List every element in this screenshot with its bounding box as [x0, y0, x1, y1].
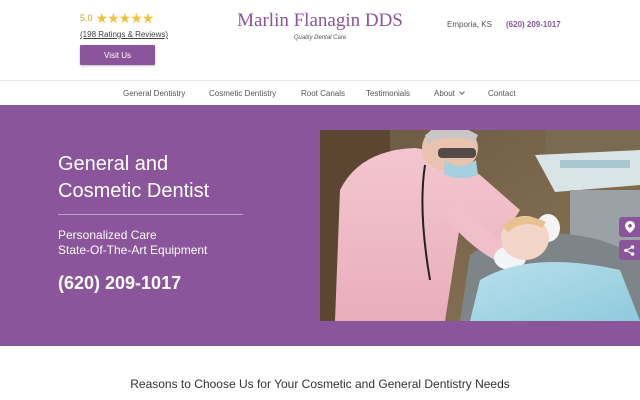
nav-item-general-dentistry[interactable]: General Dentistry: [123, 89, 185, 98]
hero-phone-link[interactable]: (620) 209-1017: [58, 273, 181, 294]
brand-name: Marlin Flanagin DDS: [237, 10, 403, 31]
dentist-photo: [320, 130, 640, 321]
map-pin-icon: [624, 221, 635, 233]
nav-item-contact[interactable]: Contact: [488, 89, 516, 98]
chevron-down-icon: [459, 89, 465, 95]
hero-feature-2: State-Of-The-Art Equipment: [58, 243, 208, 257]
dentist-treating-child-image: [320, 130, 640, 321]
reviews-link[interactable]: (198 Ratings & Reviews): [80, 30, 168, 39]
hero-title-line-2: Cosmetic Dentist: [58, 180, 210, 202]
location-text: Emporia, KS: [447, 20, 492, 29]
hero-title-line-1: General and: [58, 153, 169, 175]
brand-tagline: Quality Dental Care: [293, 35, 347, 41]
map-pin-button[interactable]: [619, 217, 640, 237]
star-rating-icon: ★★★★★: [95, 10, 155, 26]
section-heading: Reasons to Choose Us for Your Cosmetic a…: [130, 377, 510, 391]
hero-divider: [58, 214, 243, 215]
share-icon: [624, 244, 635, 256]
hero-feature-1: Personalized Care: [58, 228, 157, 242]
rating-summary: 5.0 ★★★★★: [80, 10, 155, 26]
hero-section: General and Cosmetic Dentist Personalize…: [0, 105, 640, 346]
nav-item-about-label: About: [434, 89, 455, 98]
rating-score: 5.0: [80, 13, 93, 23]
nav-item-root-canals[interactable]: Root Canals: [301, 89, 345, 98]
hero-title: General and Cosmetic Dentist: [58, 151, 258, 205]
nav-item-testimonials[interactable]: Testimonials: [366, 89, 410, 98]
share-button[interactable]: [619, 240, 640, 260]
nav-item-cosmetic-dentistry[interactable]: Cosmetic Dentistry: [209, 89, 276, 98]
site-header: 5.0 ★★★★★ (198 Ratings & Reviews) Visit …: [0, 0, 640, 80]
nav-item-about[interactable]: About: [434, 89, 465, 98]
main-nav: General Dentistry Cosmetic Dentistry Roo…: [0, 80, 640, 105]
visit-us-button[interactable]: Visit Us: [80, 45, 155, 65]
brand-logo[interactable]: Marlin Flanagin DDS Quality Dental Care: [220, 10, 420, 41]
header-phone-link[interactable]: (620) 209-1017: [506, 20, 561, 29]
